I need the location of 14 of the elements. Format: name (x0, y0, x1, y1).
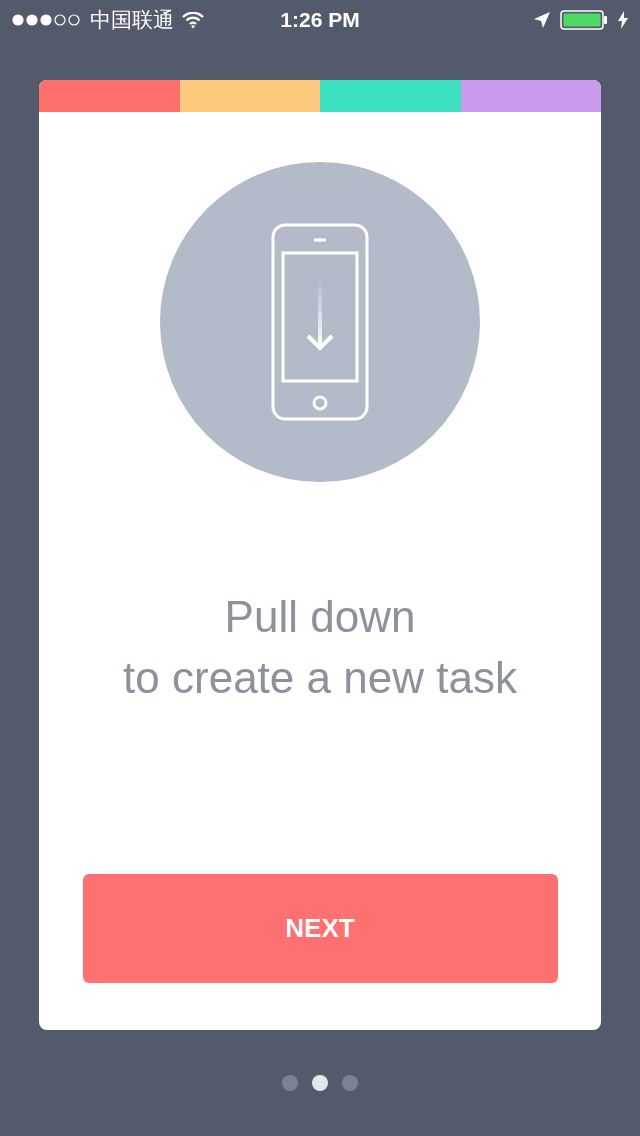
signal-icon (12, 14, 82, 26)
clock-time: 1:26 PM (280, 8, 360, 32)
battery-icon (560, 10, 608, 30)
phone-pull-down-icon (270, 222, 370, 422)
instruction-text: Pull down (224, 591, 416, 643)
page-dot[interactable] (342, 1075, 358, 1091)
carrier-name: 中国联通 (90, 7, 174, 33)
next-button[interactable]: NEXT (82, 874, 558, 983)
charging-bolt-icon (618, 11, 628, 29)
instruction-text: to create a new task (123, 652, 517, 704)
page-dot[interactable] (282, 1075, 298, 1091)
wifi-icon (182, 12, 204, 28)
page-dot[interactable] (312, 1075, 328, 1091)
location-arrow-icon (534, 12, 550, 28)
